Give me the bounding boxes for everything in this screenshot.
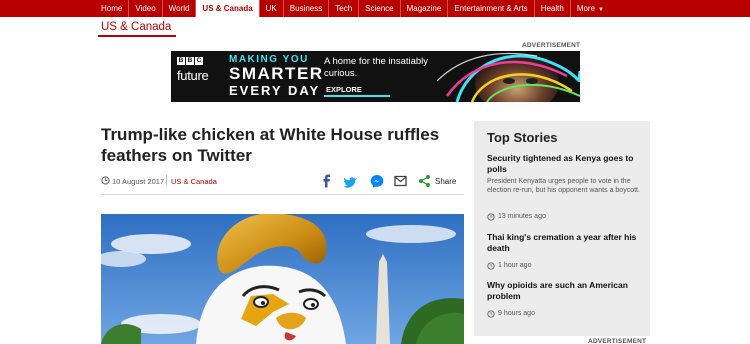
story-time-3: 9 hours ago xyxy=(498,310,535,317)
meta-divider xyxy=(166,175,167,185)
top-stories-panel: Top Stories Security tightened as Kenya … xyxy=(474,121,650,336)
ad-label-bottom: ADVERTISEMENT xyxy=(588,338,647,344)
nav-item-tech[interactable]: Tech xyxy=(328,0,358,17)
story-time-1: 13 minutes ago xyxy=(498,213,546,220)
story-headline-3[interactable]: Why opioids are such an American problem xyxy=(487,280,642,302)
nav-item-magazine[interactable]: Magazine xyxy=(399,0,448,17)
article-hero-image xyxy=(101,214,464,344)
nav-more-label: More xyxy=(576,4,596,13)
story-summary-1: President Kenyatta urges people to vote … xyxy=(487,178,640,194)
caret-down-icon: ▼ xyxy=(598,7,604,13)
nav-item-world[interactable]: World xyxy=(161,0,196,17)
article-date: 10 August 2017 xyxy=(112,177,165,186)
logo-letter: B xyxy=(177,57,185,65)
ad-line-3: EVERY DAY xyxy=(229,83,321,98)
facebook-icon[interactable] xyxy=(320,173,334,189)
story-headline-2[interactable]: Thai king's cremation a year after his d… xyxy=(487,232,642,254)
article-section-link[interactable]: US & Canada xyxy=(171,177,217,186)
banner-ad[interactable]: B B C future MAKING YOU SMARTER EVERY DA… xyxy=(171,51,580,102)
logo-letter: C xyxy=(195,57,203,65)
article-meta: 10 August 2017 US & Canada Share xyxy=(101,173,464,195)
ad-line-2: SMARTER xyxy=(229,64,324,83)
ad-label-top: ADVERTISEMENT xyxy=(522,42,581,49)
nav-list: Home Video World US & Canada UK Business… xyxy=(95,0,610,17)
share-icon[interactable] xyxy=(419,175,430,187)
messenger-icon[interactable] xyxy=(370,175,384,188)
nav-item-science[interactable]: Science xyxy=(358,0,399,17)
bbc-logo: B B C xyxy=(177,57,203,65)
share-label[interactable]: Share xyxy=(435,177,456,186)
clock-icon xyxy=(487,262,495,270)
inflatable-chicken-photo xyxy=(101,214,464,344)
nav-item-health[interactable]: Health xyxy=(533,0,570,17)
nav-item-uk[interactable]: UK xyxy=(258,0,283,17)
email-icon[interactable] xyxy=(394,175,407,187)
nav-item-us-canada[interactable]: US & Canada xyxy=(195,0,259,17)
nav-item-video[interactable]: Video xyxy=(128,0,161,17)
brand-name: future xyxy=(177,68,209,83)
clock-icon xyxy=(487,310,495,318)
explore-button[interactable]: EXPLORE xyxy=(324,84,390,97)
nav-item-entertainment-arts[interactable]: Entertainment & Arts xyxy=(447,0,533,17)
top-stories-title: Top Stories xyxy=(487,130,558,145)
ad-artwork xyxy=(437,51,580,102)
clock-icon xyxy=(487,213,495,221)
logo-letter: B xyxy=(186,57,194,65)
article-headline: Trump-like chicken at White House ruffle… xyxy=(101,125,440,165)
share-icon-group xyxy=(320,173,430,189)
clock-icon xyxy=(101,176,110,185)
story-headline-1[interactable]: Security tightened as Kenya goes to poll… xyxy=(487,153,642,175)
twitter-icon[interactable] xyxy=(343,177,357,188)
nav-item-business[interactable]: Business xyxy=(282,0,328,17)
ad-tagline: A home for the insatiably curious. xyxy=(324,56,429,79)
section-underline xyxy=(98,35,176,37)
story-time-2: 1 hour ago xyxy=(498,262,532,269)
section-title[interactable]: US & Canada xyxy=(101,21,171,33)
nav-item-home[interactable]: Home xyxy=(95,0,128,17)
top-navigation: Home Video World US & Canada UK Business… xyxy=(0,0,750,17)
nav-item-more[interactable]: More ▼ xyxy=(569,0,610,17)
